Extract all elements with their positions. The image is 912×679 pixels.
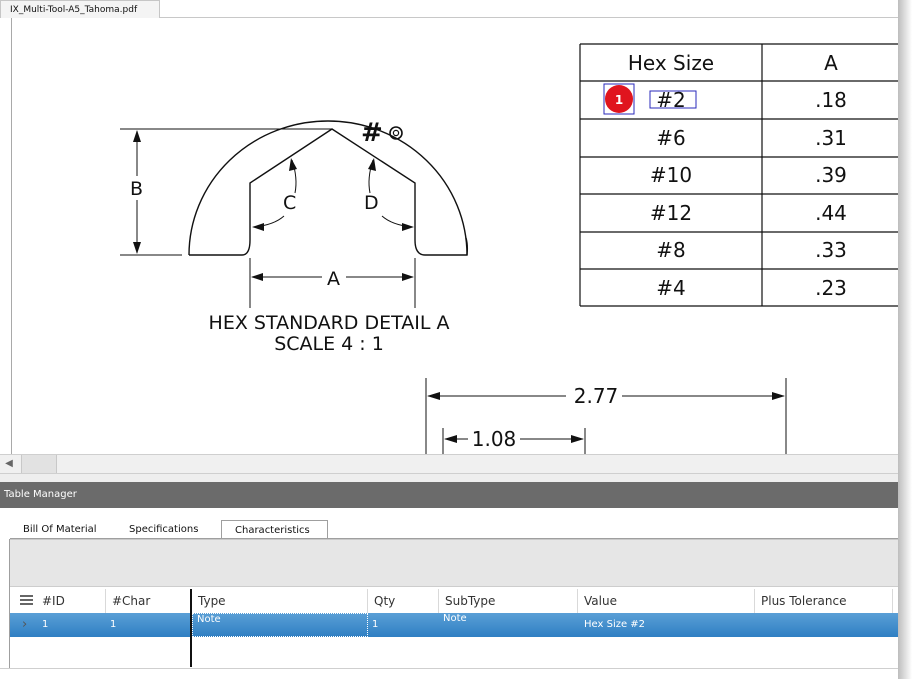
dim-b-label: B: [130, 178, 143, 200]
hex-outer-arc: [188, 120, 468, 256]
table-cell-hex-size: #8: [656, 238, 685, 262]
dim-c-label: C: [283, 192, 296, 214]
table-manager-title: Table Manager: [4, 489, 77, 500]
dim-d-arrow-bottom: [402, 223, 414, 231]
tab-bill-of-material[interactable]: Bill Of Material: [23, 520, 121, 538]
dim-108-label: 1.08: [472, 427, 517, 451]
hex-size-note-mark-inner: [392, 129, 400, 137]
row-cell-subtype[interactable]: Note: [439, 613, 578, 637]
characteristics-panel: #ID #Char Type Qty SubType Value Plus To…: [9, 539, 898, 668]
table-cell-a-value: .33: [815, 238, 847, 262]
column-header-id[interactable]: #ID: [36, 589, 106, 613]
table-manager-bottom-border: [0, 668, 898, 669]
table-header-hex-size: Hex Size: [628, 51, 714, 75]
table-cell-hex-size: #10: [650, 163, 692, 187]
pdf-viewer[interactable]: B A C D # HEX STANDARD DETAIL A SCALE 4 …: [0, 18, 898, 454]
column-header-value[interactable]: Value: [578, 589, 755, 613]
dim-a-arrow-left: [251, 273, 263, 281]
detail-scale: SCALE 4 : 1: [274, 333, 384, 355]
dim-108-arrow-left: [444, 435, 457, 443]
tab-specifications[interactable]: Specifications: [129, 520, 221, 538]
dim-a-label: A: [327, 268, 340, 290]
panel-splitter[interactable]: [0, 474, 898, 482]
grid-header-row: #ID #Char Type Qty SubType Value Plus To…: [10, 589, 898, 613]
dim-b-arrow-bottom: [133, 242, 141, 254]
window-edge-shadow: [898, 0, 912, 679]
column-header-subtype[interactable]: SubType: [439, 589, 578, 613]
viewer-horizontal-scrollbar[interactable]: ◀: [0, 454, 898, 474]
row-cell-qty[interactable]: 1: [368, 613, 439, 637]
table-cell-a-value: .31: [815, 126, 847, 150]
table-cell-hex-size: #6: [656, 126, 685, 150]
table-cell-a-value: .44: [815, 201, 847, 225]
row-cell-char[interactable]: 1: [106, 613, 192, 637]
engineering-drawing: B A C D # HEX STANDARD DETAIL A SCALE 4 …: [120, 43, 898, 454]
table-cell-hex-size: #12: [650, 201, 692, 225]
document-tab[interactable]: IX_Multi-Tool-A5_Tahoma.pdf: [0, 0, 160, 18]
row-cell-type[interactable]: Note: [192, 613, 368, 637]
column-header-type[interactable]: Type: [192, 589, 368, 613]
table-row[interactable]: 1 1 Note 1 Note Hex Size #2: [10, 613, 898, 637]
balloon-number: 1: [615, 93, 623, 107]
column-header-plus-tolerance[interactable]: Plus Tolerance: [755, 589, 893, 613]
detail-title: HEX STANDARD DETAIL A: [209, 312, 450, 334]
dim-c-arrow-top: [289, 158, 297, 171]
table-cell-a-value: .23: [815, 276, 847, 300]
row-cell-id[interactable]: 1: [38, 613, 106, 637]
table-cell-a-value: .39: [815, 163, 847, 187]
dim-d-arrow-top: [368, 158, 376, 171]
document-tab-title: IX_Multi-Tool-A5_Tahoma.pdf: [10, 5, 138, 15]
table-header-a: A: [824, 51, 838, 75]
scroll-thumb[interactable]: [21, 455, 57, 473]
hex-size-table: Hex Size A #2 .18 #6 .31 #10 .39 #12 .44…: [579, 43, 898, 307]
current-row-indicator-icon: ›: [22, 617, 28, 632]
hex-size-note-mark: [389, 126, 403, 140]
table-manager-body: Bill Of Material Specifications Characte…: [0, 508, 898, 668]
column-header-char[interactable]: #Char: [106, 589, 191, 613]
dim-d-label: D: [364, 192, 379, 214]
table-manager-header: Table Manager: [0, 482, 898, 508]
dim-277-arrow-right: [772, 392, 785, 400]
dim-a-arrow-right: [402, 273, 414, 281]
dim-c-arrow-bottom: [252, 223, 264, 231]
column-header-qty[interactable]: Qty: [368, 589, 439, 613]
row-cell-plus-tolerance[interactable]: [755, 613, 893, 637]
hex-inner-profile: [189, 128, 469, 256]
frozen-column-splitter[interactable]: [190, 589, 192, 667]
dim-108-arrow-right: [571, 435, 584, 443]
tab-characteristics[interactable]: Characteristics: [221, 520, 328, 538]
grid-group-panel: [10, 539, 898, 587]
dim-b-arrow-top: [133, 130, 141, 142]
dim-277-arrow-left: [427, 392, 440, 400]
table-cell-a-value: .18: [815, 88, 847, 112]
scroll-left-icon[interactable]: ◀: [2, 457, 16, 471]
table-cell-hex-size: #4: [656, 276, 685, 300]
hex-size-note-symbol: #: [361, 118, 383, 148]
column-chooser-icon[interactable]: [20, 595, 33, 607]
row-cell-value[interactable]: Hex Size #2: [578, 613, 755, 637]
dim-277-label: 2.77: [574, 384, 619, 408]
viewer-margin: [0, 18, 12, 454]
characteristic-balloon[interactable]: 1: [603, 83, 635, 115]
